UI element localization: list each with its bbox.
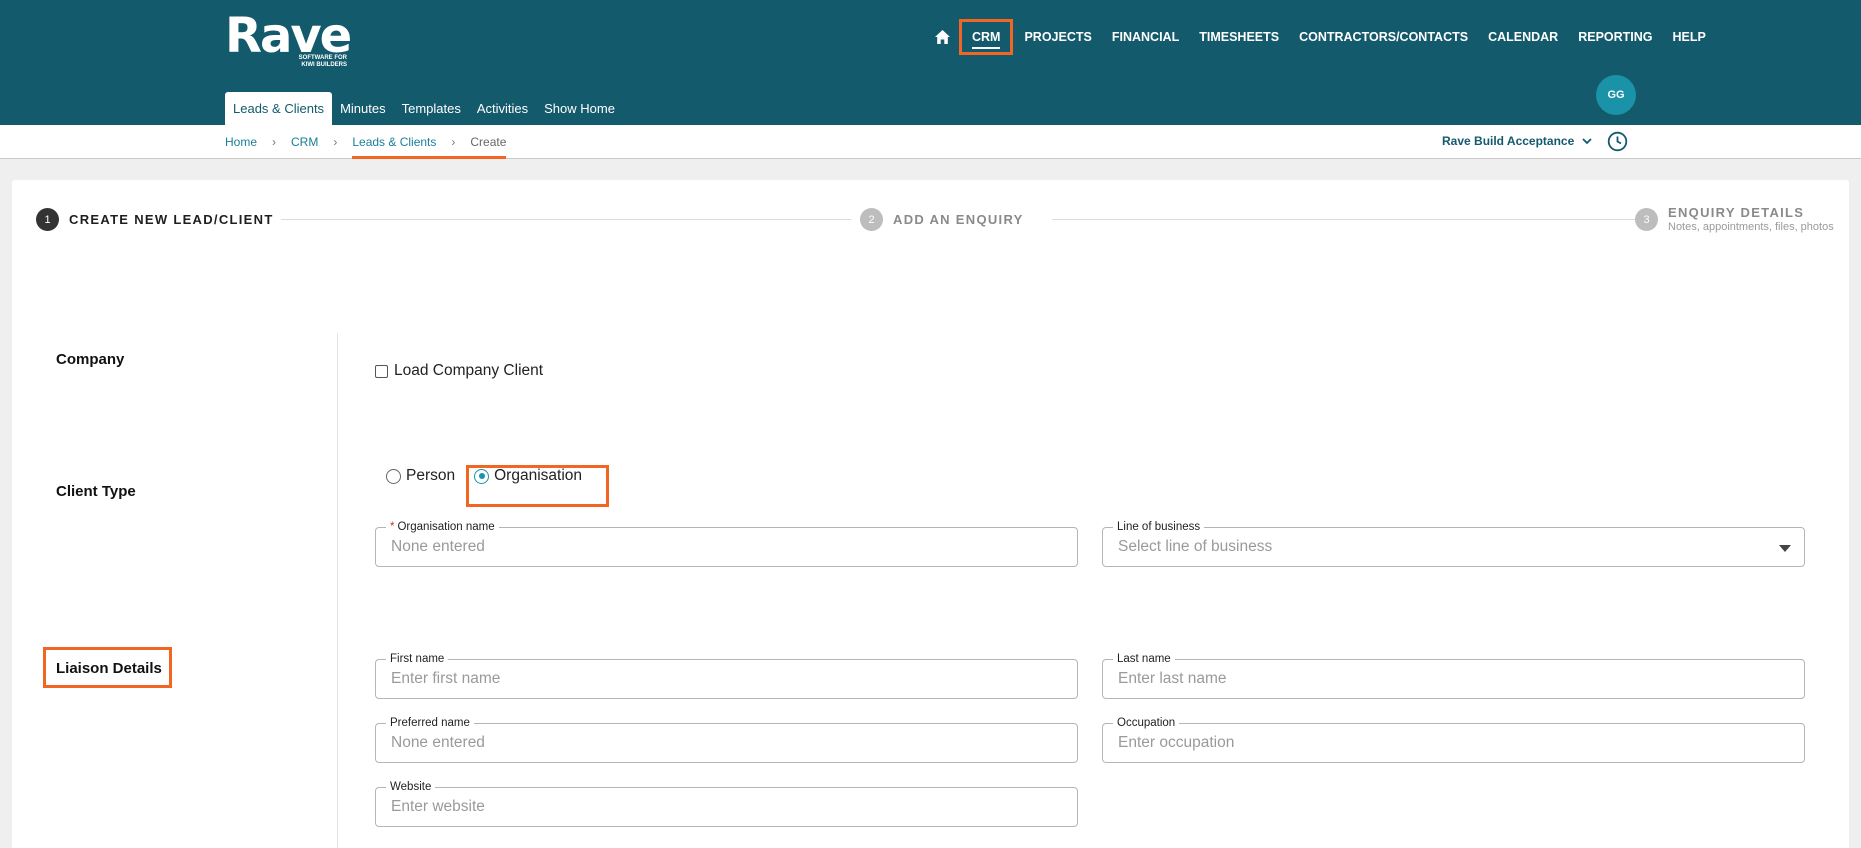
- section-divider: [337, 333, 338, 848]
- breadcrumb-separator: ›: [333, 135, 338, 149]
- field-label: Occupation: [1113, 716, 1180, 730]
- user-avatar[interactable]: GG: [1596, 75, 1636, 115]
- radio-label: Person: [406, 467, 456, 484]
- logo-wordmark: Rave: [225, 8, 352, 64]
- liaison-details-label: Liaison Details: [56, 660, 162, 677]
- radio-button[interactable]: [386, 468, 401, 484]
- stepper: 1 CREATE NEW LEAD/CLIENT 2 ADD AN ENQUIR…: [36, 205, 1846, 248]
- step-label: ENQUIRY DETAILS: [1668, 205, 1805, 220]
- main-nav: CRM PROJECTS FINANCIAL TIMESHEETS CONTRA…: [926, 19, 1716, 55]
- chevron-down-icon: [1582, 134, 1592, 148]
- tab-activities[interactable]: Activities: [469, 92, 536, 125]
- tab-show-home[interactable]: Show Home: [536, 92, 623, 125]
- breadcrumb-crm[interactable]: CRM: [291, 135, 318, 149]
- breadcrumb-separator: ›: [451, 135, 456, 149]
- home-icon[interactable]: [926, 22, 958, 52]
- breadcrumb-highlight: [352, 156, 506, 159]
- checkbox-label: Load Company Client: [394, 362, 544, 379]
- step-number: 3: [1635, 208, 1658, 231]
- step-add-enquiry: 2 ADD AN ENQUIRY: [860, 208, 1024, 231]
- nav-financial[interactable]: FINANCIAL: [1102, 22, 1189, 52]
- client-type-label: Client Type: [56, 483, 136, 500]
- step-label: CREATE NEW LEAD/CLIENT: [69, 212, 274, 227]
- nav-crm[interactable]: CRM: [958, 19, 1014, 55]
- company-selector[interactable]: Rave Build Acceptance: [1442, 134, 1592, 148]
- nav-contractors-contacts[interactable]: CONTRACTORS/CONTACTS: [1289, 22, 1478, 52]
- step-label: ADD AN ENQUIRY: [893, 212, 1024, 227]
- field-label: Preferred name: [386, 716, 474, 730]
- radio-person[interactable]: Person: [386, 467, 455, 485]
- field-label: Last name: [1113, 652, 1175, 666]
- tab-templates[interactable]: Templates: [394, 92, 469, 125]
- last-name-field[interactable]: Last name Enter last name: [1102, 652, 1805, 699]
- step-create-lead: 1 CREATE NEW LEAD/CLIENT: [36, 208, 274, 231]
- company-selector-label: Rave Build Acceptance: [1442, 134, 1575, 148]
- clock-icon[interactable]: [1607, 131, 1628, 157]
- company-section-label: Company: [56, 351, 125, 368]
- field-label-text: Organisation name: [397, 521, 495, 533]
- step-enquiry-details: 3 ENQUIRY DETAILS Notes, appointments, f…: [1635, 204, 1834, 233]
- website-field[interactable]: Website Enter website: [375, 780, 1078, 827]
- field-label: Website: [386, 780, 436, 794]
- caret-down-icon[interactable]: [1779, 545, 1791, 552]
- tab-minutes[interactable]: Minutes: [332, 92, 394, 125]
- step-connector: [1052, 219, 1636, 220]
- step-number: 2: [860, 208, 883, 231]
- field-label: First name: [386, 652, 449, 666]
- tab-leads-clients[interactable]: Leads & Clients: [225, 92, 333, 125]
- step-connector: [281, 219, 851, 220]
- field-placeholder: None entered: [391, 538, 485, 555]
- organisation-highlight: [466, 465, 609, 507]
- step-number: 1: [36, 208, 59, 231]
- line-of-business-select[interactable]: Line of business Select line of business: [1102, 520, 1805, 567]
- top-header: Rave SOFTWARE FOR KIWI BUILDERS CRM PROJ…: [0, 0, 1861, 125]
- field-label: * Organisation name: [386, 520, 499, 534]
- field-placeholder: Enter occupation: [1118, 734, 1235, 751]
- logo-tagline: SOFTWARE FOR KIWI BUILDERS: [298, 55, 347, 68]
- field-placeholder: Enter first name: [391, 670, 501, 687]
- required-marker: *: [390, 521, 395, 533]
- occupation-field[interactable]: Occupation Enter occupation: [1102, 716, 1805, 763]
- breadcrumb-create: Create: [470, 135, 507, 149]
- nav-calendar[interactable]: CALENDAR: [1478, 22, 1568, 52]
- breadcrumb-home[interactable]: Home: [225, 135, 257, 149]
- nav-projects[interactable]: PROJECTS: [1014, 22, 1101, 52]
- field-placeholder: Enter last name: [1118, 670, 1227, 687]
- breadcrumb-leads-clients[interactable]: Leads & Clients: [352, 135, 436, 149]
- field-placeholder: None entered: [391, 734, 485, 751]
- rave-logo[interactable]: Rave SOFTWARE FOR KIWI BUILDERS: [225, 8, 352, 68]
- create-client-card: 1 CREATE NEW LEAD/CLIENT 2 ADD AN ENQUIR…: [12, 180, 1849, 848]
- field-label: Line of business: [1113, 520, 1205, 534]
- preferred-name-field[interactable]: Preferred name None entered: [375, 716, 1078, 763]
- load-company-client-checkbox[interactable]: Load Company Client: [375, 362, 543, 380]
- sub-nav: Leads & Clients Minutes Templates Activi…: [225, 92, 623, 125]
- nav-reporting[interactable]: REPORTING: [1568, 22, 1662, 52]
- field-placeholder: Select line of business: [1118, 538, 1273, 555]
- field-placeholder: Enter website: [391, 798, 485, 815]
- step-sublabel: Notes, appointments, files, photos: [1668, 221, 1834, 233]
- breadcrumb-separator: ›: [272, 135, 277, 149]
- nav-timesheets[interactable]: TIMESHEETS: [1189, 22, 1289, 52]
- checkbox-box[interactable]: [375, 364, 388, 378]
- nav-help[interactable]: HELP: [1663, 22, 1716, 52]
- organisation-name-field[interactable]: * Organisation name None entered: [375, 520, 1078, 567]
- breadcrumb: Home › CRM › Leads & Clients › Create: [225, 135, 506, 149]
- first-name-field[interactable]: First name Enter first name: [375, 652, 1078, 699]
